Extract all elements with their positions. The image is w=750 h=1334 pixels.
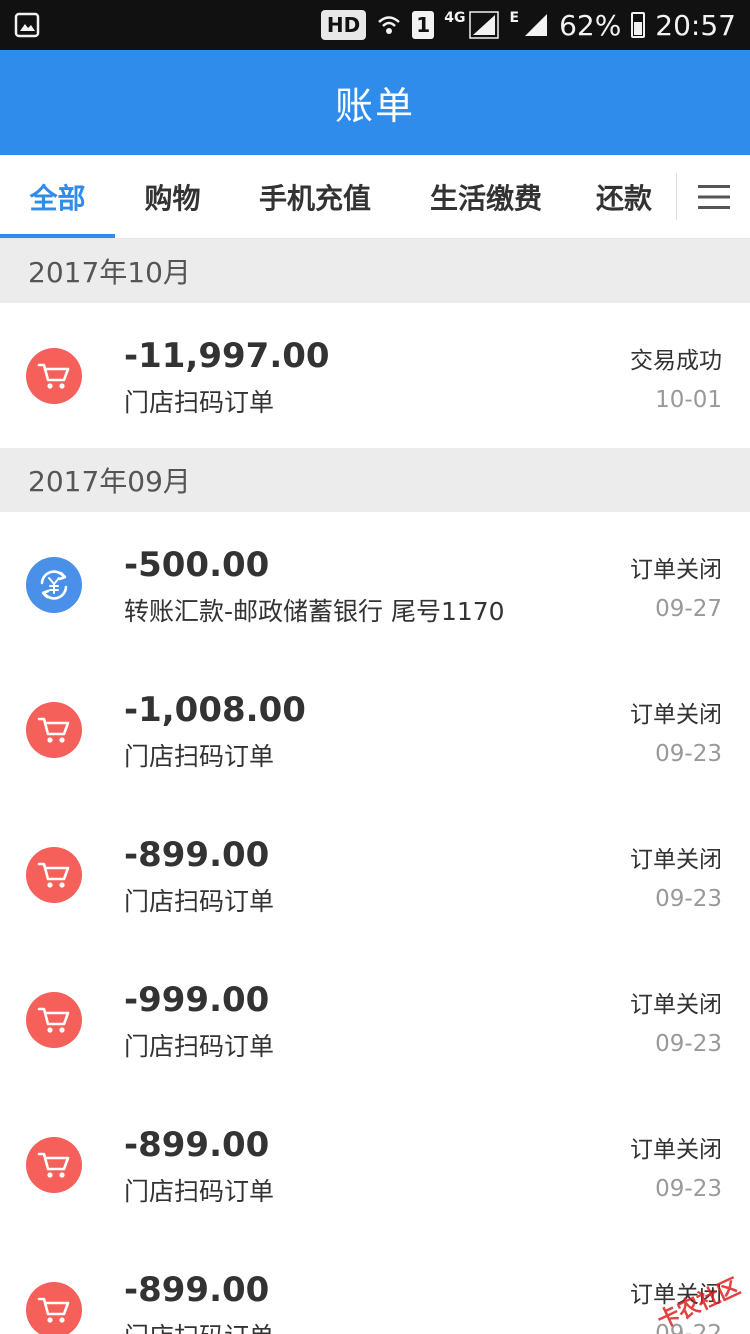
tab-label: 还款 [595, 181, 652, 215]
bill-date: 09-23 [655, 741, 722, 767]
battery-percent: 62% [559, 8, 622, 42]
cart-icon [26, 991, 82, 1048]
bill-item[interactable]: -899.00 门店扫码订单 订单关闭 09-23 [0, 802, 750, 947]
cart-icon [26, 1136, 82, 1193]
tab-label: 手机充值 [258, 181, 371, 215]
battery-icon [631, 12, 646, 38]
bill-status: 交易成功 [630, 348, 722, 374]
cart-icon [26, 1281, 82, 1334]
wifi-icon [378, 16, 401, 34]
bill-description: 门店扫码订单 [124, 1317, 274, 1334]
bill-item[interactable]: -11,997.00 门店扫码订单 交易成功 10-01 [0, 303, 750, 448]
tab-phone-recharge[interactable]: 手机充值 [230, 155, 400, 238]
app-header: 账单 [0, 50, 750, 155]
sim-badge: 1 [412, 11, 435, 39]
bill-status: 订单关闭 [630, 557, 722, 583]
bill-description: 门店扫码订单 [124, 742, 275, 771]
menu-icon [697, 184, 730, 209]
cart-icon [26, 347, 82, 404]
status-bar: HD 1 4G E 62% 20:57 [0, 0, 750, 50]
bill-item[interactable]: -500.00 转账汇款-邮政储蓄银行 尾号1170 订单关闭 09-27 [0, 512, 750, 657]
cart-icon [26, 701, 82, 758]
signal-icon [469, 11, 500, 39]
bill-item[interactable]: -1,008.00 门店扫码订单 订单关闭 09-23 [0, 657, 750, 802]
tab-repayment[interactable]: 还款 [572, 155, 676, 238]
bill-amount: -1,008.00 [124, 690, 306, 730]
bill-amount: -11,997.00 [124, 336, 330, 376]
bill-amount: -899.00 [124, 1270, 270, 1310]
hd-badge: HD [320, 10, 367, 40]
bill-item[interactable]: -999.00 门店扫码订单 订单关闭 09-23 [0, 947, 750, 1092]
bill-status: 订单关闭 [630, 702, 722, 728]
bill-item[interactable]: -899.00 门店扫码订单 订单关闭 09-22 [0, 1237, 750, 1334]
tab-label: 生活缴费 [429, 181, 542, 215]
bill-amount: -999.00 [124, 980, 270, 1020]
tab-shopping[interactable]: 购物 [115, 155, 230, 238]
tab-menu-button[interactable] [676, 173, 750, 220]
bill-date: 09-23 [655, 1031, 722, 1057]
bill-description: 门店扫码订单 [124, 887, 275, 916]
category-tabs: 全部 购物 手机充值 生活缴费 还款 [0, 155, 750, 239]
page-title: 账单 [334, 84, 415, 128]
bill-description: 门店扫码订单 [124, 1177, 275, 1206]
bill-description: 门店扫码订单 [124, 388, 275, 417]
bill-amount: -899.00 [124, 1125, 270, 1165]
bill-date: 09-23 [655, 1176, 722, 1202]
bill-date: 10-01 [655, 387, 722, 413]
gallery-notification-icon [14, 12, 40, 38]
tab-label: 全部 [29, 181, 86, 215]
month-header: 2017年09月 [0, 448, 750, 512]
bill-description: 转账汇款-邮政储蓄银行 尾号1170 [124, 597, 505, 626]
month-header: 2017年10月 [0, 239, 750, 303]
tab-life-payment[interactable]: 生活缴费 [400, 155, 572, 238]
bill-amount: -500.00 [124, 545, 270, 585]
bill-amount: -899.00 [124, 835, 270, 875]
bill-date: 09-27 [655, 596, 722, 622]
bill-description: 门店扫码订单 [124, 1032, 275, 1061]
tab-label: 购物 [144, 181, 201, 215]
network-e-label: E [509, 10, 520, 26]
network-4g-label: 4G [444, 10, 466, 26]
transfer-icon [26, 556, 82, 613]
bill-status: 订单关闭 [630, 847, 722, 873]
cart-icon [26, 846, 82, 903]
signal-icon [525, 14, 548, 36]
bill-date: 09-23 [655, 886, 722, 912]
tab-all[interactable]: 全部 [0, 155, 115, 238]
bill-item[interactable]: -899.00 门店扫码订单 订单关闭 09-23 [0, 1092, 750, 1237]
bill-status: 订单关闭 [630, 1137, 722, 1163]
clock: 20:57 [655, 8, 736, 42]
bill-status: 订单关闭 [630, 992, 722, 1018]
